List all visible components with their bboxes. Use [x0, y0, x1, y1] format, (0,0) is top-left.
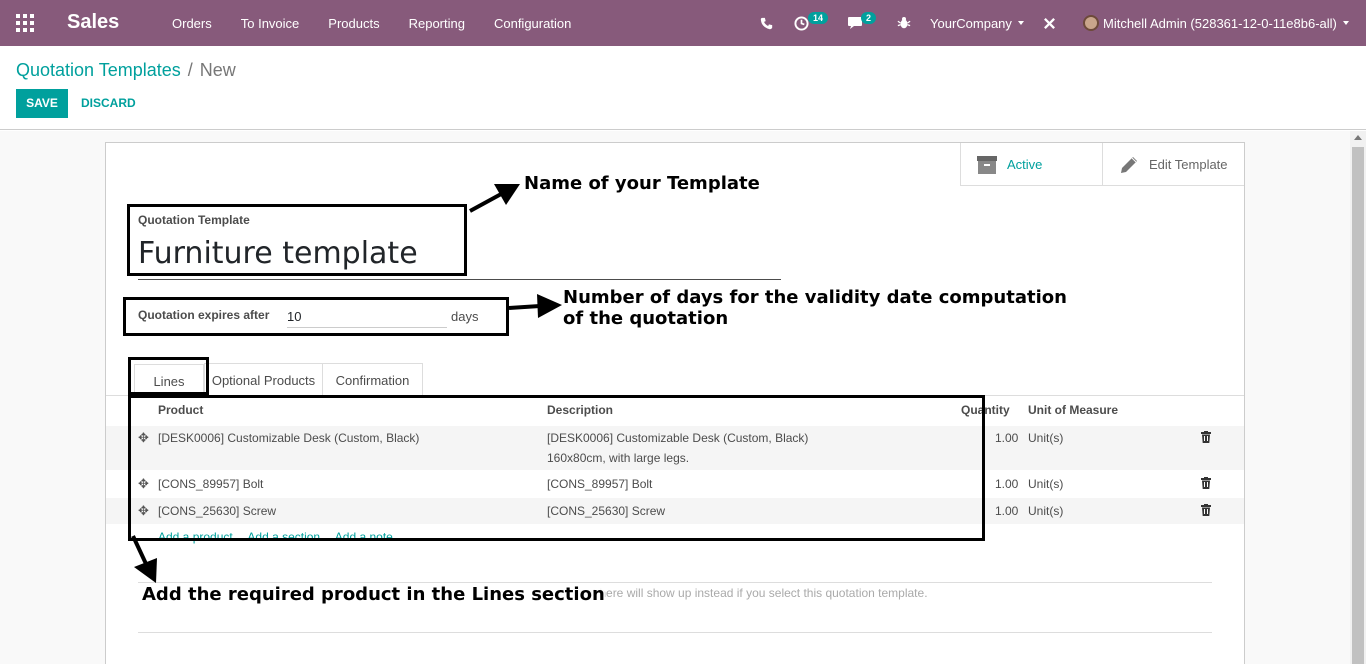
annotation-lines-text: Add the required product in the Lines se… — [142, 584, 605, 605]
annotation-arrows — [131, 184, 562, 583]
annotation-days-text-line1: Number of days for the validity date com… — [563, 287, 1067, 308]
annotation-name-text: Name of your Template — [524, 173, 760, 194]
annotation-days-text-line2: of the quotation — [563, 308, 729, 329]
